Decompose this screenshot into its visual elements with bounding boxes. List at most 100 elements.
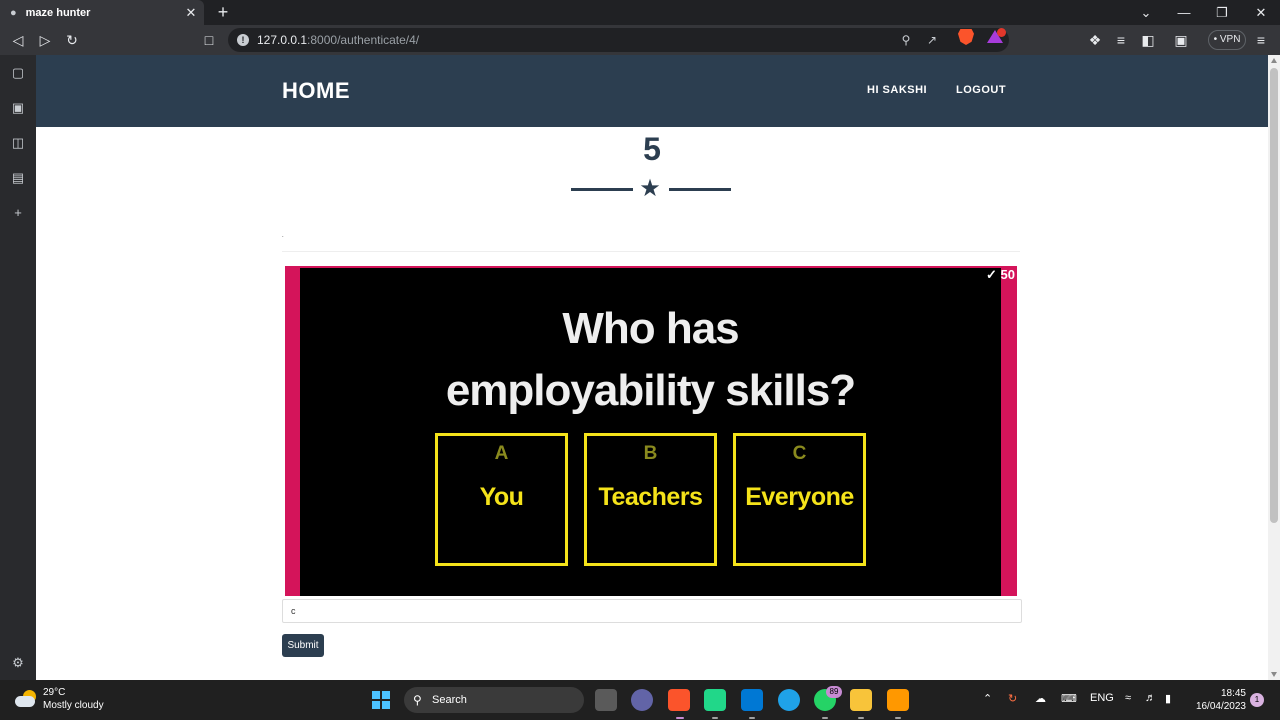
settings-gear-icon[interactable]: ⚙: [8, 653, 28, 673]
option-letter: A: [494, 443, 509, 464]
notification-badge[interactable]: 1: [1250, 693, 1264, 707]
weather-icon[interactable]: [15, 690, 37, 708]
running-indicator: [895, 717, 901, 719]
minimize-icon[interactable]: —: [1165, 0, 1203, 25]
reading-list-icon[interactable]: ▤: [8, 168, 28, 188]
taskbar-search[interactable]: ⚲ Search: [404, 687, 584, 713]
url-path: :8000/authenticate/4/: [307, 33, 420, 47]
edge-icon[interactable]: [778, 689, 800, 711]
site-navbar: HOME HI SAKSHI LOGOUT: [36, 55, 1268, 127]
windows-taskbar: 29°C Mostly cloudy ⚲ Search 89 ⌃ ↻ ☁ ⌨ E…: [0, 680, 1280, 720]
option-letter: B: [643, 443, 658, 464]
address-bar[interactable]: ! 127.0.0.1 :8000/authenticate/4/ ⚲ ↗: [228, 28, 1009, 52]
question-border-left: [285, 266, 300, 596]
wallet-icon[interactable]: ▣: [1171, 30, 1191, 50]
home-link[interactable]: HOME: [282, 78, 350, 104]
zoom-icon[interactable]: ⚲: [897, 31, 915, 49]
map-pin-icon: ●: [10, 6, 17, 19]
weather-temperature[interactable]: 29°C: [43, 687, 65, 698]
question-text-line2: employability skills?: [445, 366, 856, 415]
task-view-icon[interactable]: [595, 689, 617, 711]
teams-chat-icon[interactable]: [631, 689, 653, 711]
cloud-shape: [15, 696, 35, 707]
running-indicator: [858, 717, 864, 719]
search-icon: ⚲: [413, 693, 422, 707]
divider-line-left: [571, 188, 633, 191]
tray-onedrive-icon[interactable]: ☁: [1035, 692, 1046, 705]
sidebar-toggle-icon[interactable]: ◧: [1138, 30, 1158, 50]
volume-icon[interactable]: ♬: [1145, 692, 1156, 704]
wifi-icon[interactable]: ≈: [1125, 692, 1131, 704]
scroll-up-icon[interactable]: [1271, 58, 1277, 63]
restore-icon[interactable]: ❐: [1203, 0, 1241, 25]
option-label: You: [479, 483, 524, 511]
close-window-icon[interactable]: ✕: [1242, 0, 1280, 25]
media-icon[interactable]: ▢: [8, 63, 28, 83]
answer-input[interactable]: [282, 599, 1022, 623]
reload-icon[interactable]: ↻: [62, 30, 82, 50]
scroll-down-icon[interactable]: [1271, 672, 1277, 677]
start-tile: [382, 701, 390, 709]
menu-icon[interactable]: ≡: [1251, 30, 1271, 50]
browser-toolbar: ◁ ▷ ↻ □ ! 127.0.0.1 :8000/authenticate/4…: [0, 25, 1280, 55]
question-text: Who has employability skills?: [300, 298, 1001, 422]
option-label: Teachers: [598, 483, 703, 511]
pycharm-icon[interactable]: [704, 689, 726, 711]
site-info-icon[interactable]: !: [237, 34, 249, 46]
option-letter: C: [792, 443, 807, 464]
forward-icon[interactable]: ▷: [35, 30, 55, 50]
file-explorer-icon[interactable]: [850, 689, 872, 711]
option-c: C Everyone: [733, 433, 866, 566]
extensions-icon[interactable]: ❖: [1085, 30, 1105, 50]
vpn-label: VPN: [1219, 34, 1241, 45]
tab-title: maze hunter: [25, 6, 91, 19]
sublime-text-icon[interactable]: [887, 689, 909, 711]
bookmarks-side-icon[interactable]: ◫: [8, 133, 28, 153]
bookmark-icon[interactable]: □: [199, 30, 219, 50]
language-indicator[interactable]: ENG: [1090, 692, 1114, 704]
add-panel-icon[interactable]: +: [8, 203, 28, 223]
question-score: ✓ 50: [986, 267, 1015, 282]
running-indicator: [712, 717, 718, 719]
tray-sync-icon[interactable]: ↻: [1008, 692, 1017, 705]
rewards-badge: [997, 28, 1006, 37]
new-tab-icon[interactable]: +: [213, 2, 233, 22]
back-icon[interactable]: ◁: [8, 30, 28, 50]
option-b: B Teachers: [584, 433, 717, 566]
browser-side-panel: ▢ ▣ ◫ ▤ + ⚙: [0, 55, 36, 680]
vscode-icon[interactable]: [741, 689, 763, 711]
windows-start-icon[interactable]: [372, 691, 390, 709]
url-host: 127.0.0.1: [257, 33, 308, 47]
divider-line-right: [669, 188, 731, 191]
wallet-side-icon[interactable]: ▣: [8, 98, 28, 118]
user-greeting-link[interactable]: HI SAKSHI: [867, 84, 927, 96]
weather-condition[interactable]: Mostly cloudy: [43, 700, 104, 711]
option-label: Everyone: [745, 483, 854, 511]
close-tab-icon[interactable]: ✕: [184, 5, 198, 20]
start-tile: [372, 691, 380, 699]
keyboard-icon[interactable]: ⌨: [1061, 692, 1077, 705]
question-border-right: [1001, 266, 1017, 596]
tab-search-icon[interactable]: ⌄: [1127, 0, 1165, 25]
share-icon[interactable]: ↗: [923, 31, 941, 49]
scrollbar-thumb[interactable]: [1270, 68, 1278, 523]
playlist-icon[interactable]: ≡: [1111, 30, 1131, 50]
system-clock[interactable]: 18:45 16/04/2023: [1190, 687, 1246, 713]
start-tile: [372, 701, 380, 709]
logout-link[interactable]: LOGOUT: [956, 84, 1006, 96]
clock-date: 16/04/2023: [1195, 701, 1246, 712]
whatsapp-badge: 89: [826, 686, 842, 698]
active-app-indicator: [676, 717, 684, 719]
question-text-line1: Who has: [562, 304, 739, 353]
battery-icon[interactable]: ▮: [1165, 692, 1171, 705]
running-indicator: [822, 717, 828, 719]
page-scrollbar[interactable]: [1268, 55, 1280, 680]
vpn-button[interactable]: • VPN: [1208, 30, 1246, 50]
question-image: ✓ 50 Who has employability skills? A You…: [285, 266, 1017, 596]
submit-button[interactable]: Submit: [282, 634, 324, 657]
brave-browser-icon[interactable]: [668, 689, 690, 711]
tray-chevron-icon[interactable]: ⌃: [983, 692, 992, 705]
option-a: A You: [435, 433, 568, 566]
browser-tab[interactable]: ● maze hunter ✕: [0, 0, 204, 25]
level-number: 5: [643, 131, 661, 167]
